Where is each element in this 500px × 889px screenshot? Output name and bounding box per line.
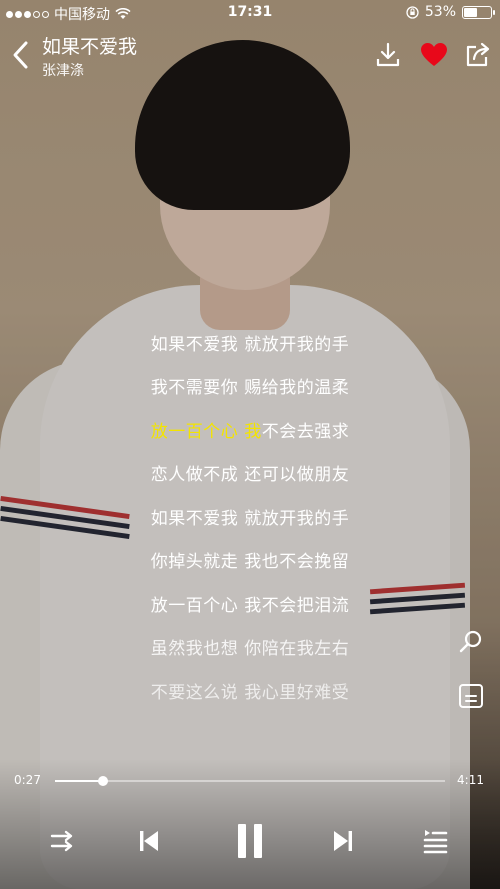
- shuffle-icon: [50, 830, 73, 852]
- total-time: 4:11: [457, 773, 484, 787]
- lyric-line: 不要这么说 我心里好难受: [150, 683, 350, 703]
- download-icon: [376, 42, 400, 67]
- shuffle-button[interactable]: [48, 818, 78, 864]
- lyric-line: 放一百个心 我不会把泪流: [150, 596, 350, 616]
- lyric-line: 我不需要你 赐给我的温柔: [150, 378, 350, 398]
- lyrics-text-icon: [459, 684, 483, 708]
- next-track-icon: [334, 831, 352, 851]
- previous-track-icon: [140, 831, 158, 851]
- like-button[interactable]: [419, 40, 449, 70]
- progress-played: [55, 780, 103, 782]
- lyric-line: 如果不爱我 就放开我的手: [150, 335, 350, 355]
- lyric-line: 恋人做不成 还可以做朋友: [150, 465, 350, 485]
- orientation-lock-icon: [406, 5, 419, 19]
- heart-icon: [421, 43, 447, 66]
- battery-icon: [462, 5, 495, 19]
- lyric-line: 如果不爱我 就放开我的手: [150, 509, 350, 529]
- lyric-sung-portion: 放一百个心 我: [150, 422, 262, 442]
- download-button[interactable]: [373, 40, 403, 70]
- lyrics-search-button[interactable]: [457, 628, 485, 656]
- status-bar: 中国移动 17:31 53%: [0, 0, 500, 26]
- playlist-button[interactable]: [420, 818, 450, 864]
- current-time: 0:27: [14, 773, 41, 787]
- song-title: 如果不爱我: [42, 36, 138, 58]
- pause-icon: [238, 824, 262, 858]
- chevron-left-icon: [13, 41, 28, 69]
- pause-button[interactable]: [232, 818, 268, 864]
- lyrics-mode-button[interactable]: [457, 682, 485, 710]
- playback-progress: 0:27 4:11: [0, 770, 500, 794]
- back-button[interactable]: [10, 40, 32, 70]
- playlist-icon: [423, 830, 448, 854]
- artist-background-photo: [0, 0, 500, 889]
- lyric-line: 你掉头就走 我也不会挽留: [150, 552, 350, 572]
- player-header: 如果不爱我 张津涤: [0, 26, 500, 86]
- share-icon: [466, 42, 490, 67]
- search-icon: [459, 630, 482, 653]
- progress-track[interactable]: [55, 776, 445, 786]
- next-track-button[interactable]: [328, 818, 358, 864]
- lyric-line: 虽然我也想 你陪在我左右: [150, 639, 350, 659]
- battery-percentage: 53%: [424, 4, 456, 20]
- previous-track-button[interactable]: [134, 818, 164, 864]
- playback-controls: [0, 818, 500, 868]
- share-button[interactable]: [463, 40, 493, 70]
- artist-name[interactable]: 张津涤: [42, 60, 84, 80]
- progress-thumb[interactable]: [97, 776, 108, 786]
- lyric-line-current: 放一百个心 我不会去强求: [150, 422, 350, 442]
- music-player-screen: 中国移动 17:31 53% 如果不爱我 张津涤 如果不爱我 就放开我的手 我不…: [0, 0, 500, 889]
